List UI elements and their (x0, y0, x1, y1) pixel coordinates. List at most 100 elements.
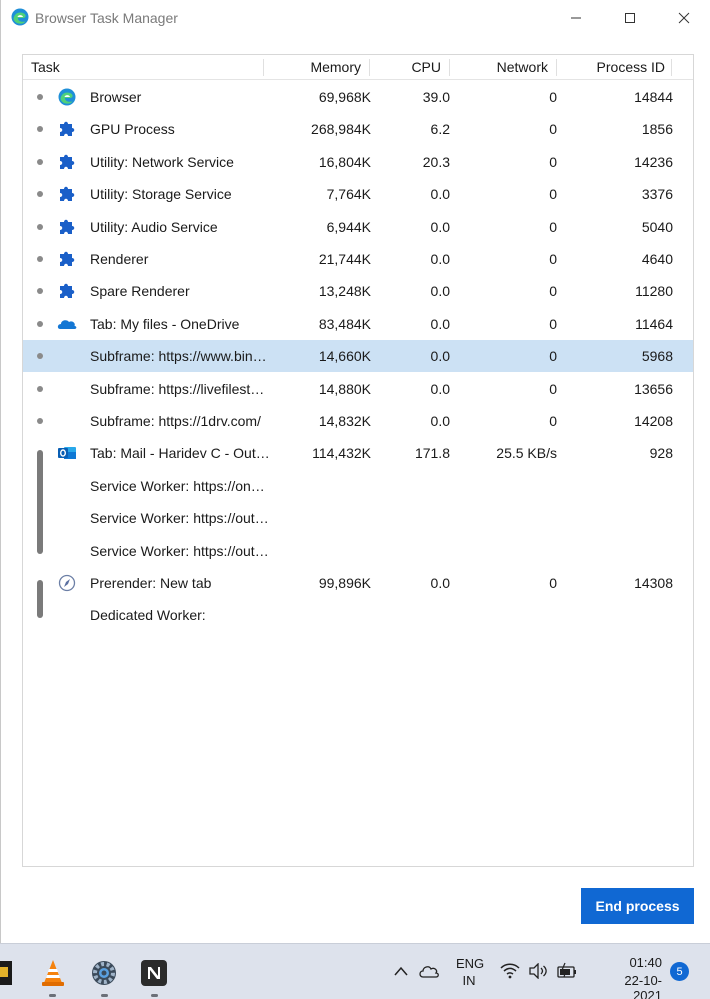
puzzle-icon (60, 122, 75, 137)
table-row[interactable]: GPU Process 268,984K 6.2 0 1856 (23, 113, 693, 145)
column-header-task[interactable]: Task (31, 55, 60, 80)
table-row[interactable]: Dedicated Worker: (23, 599, 693, 631)
cell-process-id: 11280 (635, 283, 673, 300)
column-header-process-id[interactable]: Process ID (559, 55, 665, 80)
table-row[interactable]: Subframe: https://1drv.com/14,832K 0.0 0 14… (23, 405, 693, 437)
chevron-up-icon[interactable] (393, 965, 409, 977)
column-separator[interactable] (263, 59, 264, 76)
table-row[interactable]: Renderer 21,744K 0.0 0 4640 (23, 243, 693, 275)
column-separator[interactable] (671, 59, 672, 76)
cell-cpu: 0.0 (430, 283, 450, 300)
cell-process-id: 13656 (634, 380, 673, 397)
table-row[interactable]: Utility: Storage Service 7,764K 0.0 0 3376 (23, 178, 693, 210)
battery-charging-icon[interactable] (556, 962, 578, 980)
table-row[interactable]: Browser 69,968K 39.0 0 14844 (23, 81, 693, 113)
onedrive-icon (57, 320, 77, 329)
table-row[interactable]: Tab: My files - OneDrive 83,484K 0.0 0 11464 (23, 308, 693, 340)
column-separator[interactable] (449, 59, 450, 76)
column-separator[interactable] (556, 59, 557, 76)
column-header-cpu[interactable]: CPU (373, 55, 441, 80)
puzzle-icon (60, 186, 75, 202)
cell-task: Tab: My files - OneDrive (90, 315, 240, 332)
cell-task: Utility: Storage Service (90, 186, 232, 203)
cell-network: 0 (549, 89, 557, 105)
table-row[interactable]: Utility: Audio Service 6,944K 0.0 0 5040 (23, 211, 693, 243)
puzzle-icon (60, 284, 75, 299)
cell-cpu: 0.0 (430, 186, 450, 203)
table-row[interactable]: Service Worker: https://out… (23, 535, 693, 567)
row-bullet (37, 385, 43, 392)
close-button[interactable] (661, 4, 707, 32)
compass-icon (58, 574, 76, 592)
cell-network: 0 (549, 283, 557, 300)
row-bullet (37, 256, 43, 262)
cell-cpu: 39.0 (422, 89, 450, 105)
window-title: Browser Task Manager (35, 10, 178, 26)
cell-process-id: 5040 (641, 218, 673, 235)
cell-cpu: 0.0 (430, 413, 450, 429)
cell-network: 0 (549, 251, 557, 267)
column-separator[interactable] (369, 59, 370, 76)
table-row[interactable]: Tab: Mail - Haridev C - Out… 114,432K 171.… (23, 437, 693, 469)
cell-network: 0 (549, 186, 557, 203)
cell-cpu (373, 502, 450, 534)
edge-icon (58, 88, 76, 106)
cell-network: 0 (549, 380, 557, 397)
minimize-icon (571, 17, 581, 19)
notification-badge[interactable]: 5 (670, 962, 689, 981)
table-row[interactable]: Service Worker: https://out… (23, 502, 693, 534)
row-bullet (37, 418, 43, 424)
clock[interactable]: 01:40 22-10-2021 (596, 955, 662, 999)
column-header-network[interactable]: Network (453, 55, 548, 80)
row-bullet (37, 191, 43, 198)
taskbar: ENG IN 01:40 22-10-2021 (0, 943, 710, 999)
cell-process-id (559, 470, 673, 502)
language-indicator[interactable]: ENG IN (456, 956, 484, 988)
cell-task: Tab: Mail - Haridev C - Out… (90, 445, 270, 462)
maximize-button[interactable] (607, 4, 653, 32)
cell-network (453, 535, 557, 567)
minimize-button[interactable] (553, 4, 599, 32)
cell-memory (273, 470, 371, 502)
puzzle-icon (60, 251, 75, 266)
table-row[interactable]: Spare Renderer 13,248K 0.0 0 11280 (23, 275, 693, 307)
table-row[interactable]: Subframe: https://www.bin… 14,660K 0.0 0 596… (23, 340, 693, 373)
cell-cpu (373, 470, 450, 502)
clock-date: 22-10-2021 (624, 973, 662, 999)
cloud-icon[interactable] (418, 963, 440, 979)
speaker-icon[interactable] (528, 963, 548, 979)
cell-process-id: 5968 (641, 348, 673, 365)
cell-network: 0 (549, 153, 557, 170)
column-header-memory[interactable]: Memory (273, 55, 361, 80)
cell-memory: 16,804K (318, 153, 371, 170)
table-row[interactable]: Service Worker: https://on… (23, 470, 693, 502)
cell-cpu: 0.0 (430, 575, 450, 591)
cell-cpu: 20.3 (422, 153, 450, 170)
cell-cpu: 0.0 (430, 380, 450, 397)
cell-network: 0 (549, 315, 557, 332)
settings-gear-icon[interactable] (89, 958, 119, 988)
cell-task: Utility: Network Service (90, 153, 234, 170)
end-process-button[interactable]: End process (581, 888, 694, 924)
cell-network: 0 (549, 575, 557, 591)
cell-memory: 268,984K (311, 121, 371, 138)
cell-network: 0 (549, 348, 557, 365)
cell-task: Browser (90, 89, 142, 105)
cell-memory: 14,880K (318, 380, 371, 397)
cell-task: Prerender: New tab (90, 575, 212, 591)
language-region: IN (462, 973, 476, 988)
cell-process-id: 14844 (634, 89, 673, 105)
row-bullet (37, 353, 43, 360)
wifi-icon[interactable] (500, 963, 520, 979)
cell-cpu: 0.0 (430, 315, 450, 332)
cell-cpu: 171.8 (414, 445, 450, 462)
taskbar-indicator (101, 994, 108, 997)
cell-memory (273, 502, 371, 534)
vlc-icon[interactable] (38, 958, 68, 988)
cell-memory: 13,248K (318, 283, 371, 300)
table-row[interactable]: Subframe: https://livefilest… 14,880K 0.0 0… (23, 373, 693, 405)
cell-cpu: 6.2 (430, 121, 450, 138)
notion-app-icon[interactable] (139, 958, 169, 988)
table-row[interactable]: Utility: Network Service 16,804K 20.3 0 1423… (23, 146, 693, 178)
table-row[interactable]: Prerender: New tab 99,896K 0.0 0 14308 (23, 567, 693, 599)
